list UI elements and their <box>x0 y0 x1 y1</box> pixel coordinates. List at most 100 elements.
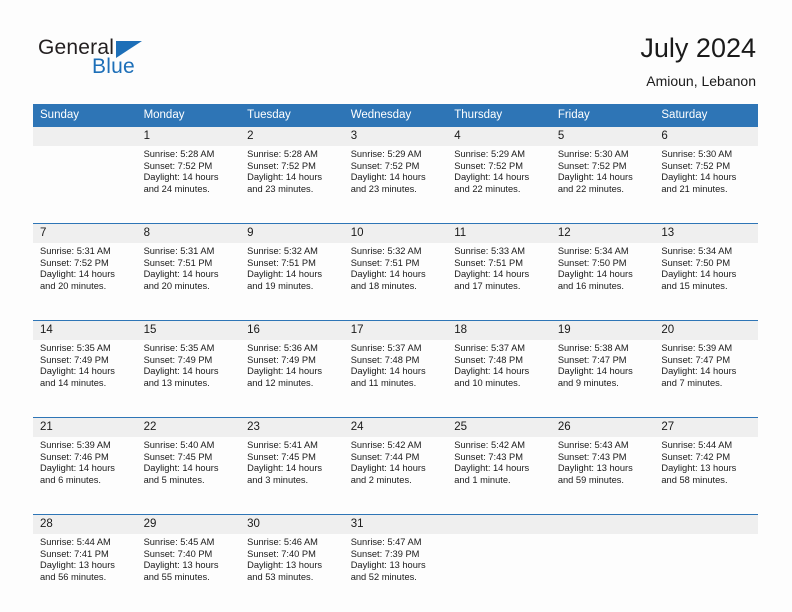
day-detail-line: Sunset: 7:52 PM <box>350 160 420 171</box>
weekday-header-row: Sunday Monday Tuesday Wednesday Thursday… <box>33 104 758 127</box>
day-detail-cell[interactable]: Sunrise: 5:35 AM Sunset: 7:49 PM Daylight:… <box>136 340 241 418</box>
day-detail-cell[interactable]: Sunrise: 5:44 AM Sunset: 7:42 PM Daylight:… <box>654 437 758 515</box>
day-number-cell[interactable]: 22 <box>136 417 241 437</box>
day-detail-cell[interactable]: Sunrise: 5:39 AM Sunset: 7:47 PM Daylight:… <box>654 340 758 418</box>
day-detail-cell[interactable]: Sunrise: 5:37 AM Sunset: 7:48 PM Daylight:… <box>447 340 551 418</box>
day-detail-cell[interactable]: Sunrise: 5:29 AM Sunset: 7:52 PM Daylight:… <box>343 146 448 224</box>
day-number-cell[interactable]: 10 <box>343 223 448 243</box>
day-detail-cell[interactable]: Sunrise: 5:42 AM Sunset: 7:44 PM Daylight:… <box>343 437 448 515</box>
day-detail-cell[interactable]: Sunrise: 5:43 AM Sunset: 7:43 PM Daylight:… <box>550 437 655 515</box>
day-detail-line: Daylight: 13 hours <box>40 560 115 571</box>
day-detail-line: Daylight: 14 hours <box>247 269 323 280</box>
day-detail-line: Daylight: 14 hours <box>661 366 737 377</box>
day-detail-cell[interactable]: Sunrise: 5:42 AM Sunset: 7:43 PM Daylight:… <box>447 437 551 515</box>
day-detail-cell[interactable]: Sunrise: 5:34 AM Sunset: 7:50 PM Daylight:… <box>550 243 655 321</box>
day-detail-cell[interactable]: Sunrise: 5:41 AM Sunset: 7:45 PM Daylight:… <box>240 437 344 515</box>
general-blue-logo[interactable]: General Blue <box>38 36 278 92</box>
day-number-cell[interactable]: 24 <box>343 417 448 437</box>
day-number-cell[interactable]: 28 <box>33 514 137 534</box>
day-number-cell[interactable]: 8 <box>136 223 241 243</box>
day-detail-line: and 5 minutes. <box>143 474 205 485</box>
day-detail-cell[interactable]: Sunrise: 5:47 AM Sunset: 7:39 PM Daylight:… <box>343 534 448 611</box>
day-number-cell[interactable]: 3 <box>343 127 448 146</box>
day-detail-cell[interactable]: Sunrise: 5:32 AM Sunset: 7:51 PM Daylight:… <box>240 243 344 321</box>
day-number-cell[interactable]: 11 <box>447 223 551 243</box>
day-number-cell[interactable]: 2 <box>240 127 344 146</box>
empty-day-number-cell <box>33 127 137 146</box>
day-detail-line: Sunset: 7:40 PM <box>143 548 213 559</box>
day-number-cell[interactable]: 13 <box>654 223 758 243</box>
day-detail-cell[interactable]: Sunrise: 5:30 AM Sunset: 7:52 PM Daylight:… <box>550 146 655 224</box>
day-number-cell[interactable]: 19 <box>550 320 655 340</box>
day-number-cell[interactable]: 7 <box>33 223 137 243</box>
day-detail-cell[interactable]: Sunrise: 5:31 AM Sunset: 7:51 PM Daylight:… <box>136 243 241 321</box>
day-number-cell[interactable]: 6 <box>654 127 758 146</box>
day-number-cell[interactable]: 23 <box>240 417 344 437</box>
day-detail-cell[interactable]: Sunrise: 5:40 AM Sunset: 7:45 PM Daylight:… <box>136 437 241 515</box>
day-detail-line: Sunset: 7:44 PM <box>350 451 420 462</box>
day-number-cell[interactable]: 31 <box>343 514 448 534</box>
day-number-cell[interactable]: 16 <box>240 320 344 340</box>
day-detail-line: Daylight: 14 hours <box>454 366 530 377</box>
day-number-cell[interactable]: 27 <box>654 417 758 437</box>
day-number-cell[interactable]: 20 <box>654 320 758 340</box>
weekday-header-sunday: Sunday <box>33 104 137 127</box>
day-detail-cell[interactable]: Sunrise: 5:32 AM Sunset: 7:51 PM Daylight:… <box>343 243 448 321</box>
day-detail-cell[interactable]: Sunrise: 5:44 AM Sunset: 7:41 PM Daylight:… <box>33 534 137 611</box>
day-number-cell[interactable]: 5 <box>550 127 655 146</box>
day-detail-cell[interactable]: Sunrise: 5:28 AM Sunset: 7:52 PM Daylight:… <box>240 146 344 224</box>
day-number-cell[interactable]: 15 <box>136 320 241 340</box>
day-detail-line: Sunrise: 5:32 AM <box>350 246 422 256</box>
day-detail-cell[interactable]: Sunrise: 5:37 AM Sunset: 7:48 PM Daylight:… <box>343 340 448 418</box>
calendar-weekday-header: Sunday Monday Tuesday Wednesday Thursday… <box>33 104 758 127</box>
weekday-header-wednesday: Wednesday <box>343 104 448 127</box>
day-detail-cell[interactable]: Sunrise: 5:33 AM Sunset: 7:51 PM Daylight:… <box>447 243 551 321</box>
day-number-cell[interactable]: 12 <box>550 223 655 243</box>
day-detail-cell[interactable]: Sunrise: 5:45 AM Sunset: 7:40 PM Daylight:… <box>136 534 241 611</box>
day-detail-cell[interactable]: Sunrise: 5:35 AM Sunset: 7:49 PM Daylight:… <box>33 340 137 418</box>
day-detail-line: Sunset: 7:48 PM <box>454 354 523 365</box>
day-detail-line: Sunset: 7:49 PM <box>143 354 213 365</box>
day-detail-cell[interactable]: Sunrise: 5:30 AM Sunset: 7:52 PM Daylight:… <box>654 146 758 224</box>
day-detail-cell[interactable]: Sunrise: 5:36 AM Sunset: 7:49 PM Daylight:… <box>240 340 344 418</box>
day-number-cell[interactable]: 25 <box>447 417 551 437</box>
weekday-header-tuesday: Tuesday <box>240 104 344 127</box>
day-number-cell[interactable]: 14 <box>33 320 137 340</box>
day-number-cell[interactable]: 26 <box>550 417 655 437</box>
day-detail-line: Sunrise: 5:31 AM <box>143 246 215 256</box>
day-detail-cell[interactable]: Sunrise: 5:46 AM Sunset: 7:40 PM Daylight:… <box>240 534 344 611</box>
day-detail-line: and 13 minutes. <box>143 377 210 388</box>
day-detail-line: and 20 minutes. <box>40 280 107 291</box>
day-number-cell[interactable]: 21 <box>33 417 137 437</box>
day-detail-cell[interactable]: Sunrise: 5:34 AM Sunset: 7:50 PM Daylight:… <box>654 243 758 321</box>
day-number-cell[interactable]: 9 <box>240 223 344 243</box>
day-number-cell[interactable]: 17 <box>343 320 448 340</box>
day-detail-line: Sunrise: 5:44 AM <box>661 440 733 450</box>
week-date-row: 28 29 30 31 <box>33 514 758 534</box>
day-detail-cell[interactable]: Sunrise: 5:38 AM Sunset: 7:47 PM Daylight:… <box>550 340 655 418</box>
day-detail-line: and 23 minutes. <box>247 183 314 194</box>
day-detail-line: and 9 minutes. <box>557 377 619 388</box>
day-number-cell[interactable]: 4 <box>447 127 551 146</box>
day-number-cell[interactable]: 1 <box>136 127 241 146</box>
day-detail-line: Sunset: 7:52 PM <box>247 160 316 171</box>
day-detail-line: and 2 minutes. <box>350 474 412 485</box>
empty-day-number-cell <box>550 514 655 534</box>
day-number-cell[interactable]: 18 <box>447 320 551 340</box>
day-detail-cell[interactable]: Sunrise: 5:28 AM Sunset: 7:52 PM Daylight:… <box>136 146 241 224</box>
day-number-cell[interactable]: 30 <box>240 514 344 534</box>
empty-day-detail-cell <box>447 534 551 611</box>
day-detail-line: Sunrise: 5:28 AM <box>247 149 318 159</box>
day-detail-line: Daylight: 13 hours <box>557 463 633 474</box>
day-detail-line: and 21 minutes. <box>661 183 728 194</box>
day-detail-cell[interactable]: Sunrise: 5:39 AM Sunset: 7:46 PM Daylight:… <box>33 437 137 515</box>
day-detail-line: Sunset: 7:51 PM <box>143 257 213 268</box>
day-detail-line: Sunset: 7:39 PM <box>350 548 420 559</box>
day-detail-cell[interactable]: Sunrise: 5:31 AM Sunset: 7:52 PM Daylight:… <box>33 243 137 321</box>
day-detail-cell[interactable]: Sunrise: 5:29 AM Sunset: 7:52 PM Daylight:… <box>447 146 551 224</box>
day-detail-line: Sunrise: 5:30 AM <box>557 149 629 159</box>
day-detail-line: Daylight: 14 hours <box>350 172 426 183</box>
day-detail-line: Daylight: 14 hours <box>454 463 530 474</box>
day-detail-line: Sunset: 7:52 PM <box>40 257 109 268</box>
day-number-cell[interactable]: 29 <box>136 514 241 534</box>
